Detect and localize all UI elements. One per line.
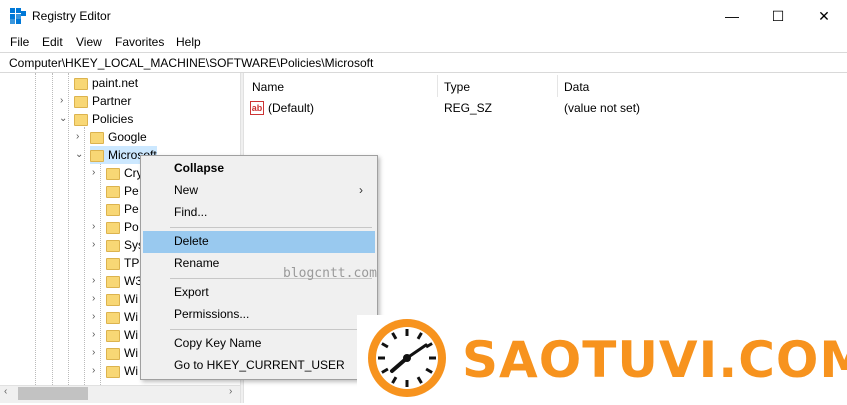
menu-help[interactable]: Help [176,35,201,49]
logo-text: SAOTUVI.COM [462,331,847,389]
maximize-button[interactable]: ☐ [755,0,801,32]
value-data: (value not set) [564,101,641,115]
value-type: REG_SZ [444,101,493,115]
menu-item-new[interactable]: New [174,179,198,201]
menu-separator [170,329,372,330]
chevron-right-icon[interactable]: › [92,293,95,304]
menu-item-permissions[interactable]: Permissions... [174,303,249,325]
tree-item[interactable]: Pe [106,200,139,218]
menu-view[interactable]: View [76,35,102,49]
column-header-data[interactable]: Data [564,80,589,94]
watermark: blogcntt.com [283,266,377,281]
column-header-type[interactable]: Type [444,80,470,94]
tree-item[interactable]: Sys [106,236,144,254]
folder-icon [106,185,120,198]
folder-icon [74,113,88,126]
minimize-button[interactable]: — [709,0,755,32]
folder-icon [106,239,120,252]
folder-icon [106,221,120,234]
tree-item[interactable]: Wi [106,362,138,380]
value-name[interactable]: (Default) [268,101,314,115]
chevron-right-icon[interactable]: › [92,329,95,340]
menu-item-find[interactable]: Find... [174,201,207,223]
tree-item[interactable]: Partner [74,92,131,110]
column-divider[interactable] [557,75,558,97]
scroll-left-icon[interactable]: ‹ [4,386,7,397]
folder-icon [106,167,120,180]
menu-edit[interactable]: Edit [42,35,63,49]
tree-item[interactable]: Google [90,128,147,146]
string-value-icon: ab [250,101,264,115]
chevron-right-icon[interactable]: › [92,221,95,232]
folder-icon [90,149,104,162]
menu-favorites[interactable]: Favorites [115,35,164,49]
menu-item-go-to-hkcu[interactable]: Go to HKEY_CURRENT_USER [174,354,345,376]
chevron-right-icon[interactable]: › [92,275,95,286]
menu-file[interactable]: File [10,35,29,49]
chevron-right-icon[interactable]: › [76,131,79,142]
folder-icon [90,131,104,144]
tree-item[interactable]: Pe [106,182,139,200]
address-bar[interactable]: Computer\HKEY_LOCAL_MACHINE\SOFTWARE\Pol… [0,52,847,73]
chevron-right-icon[interactable]: › [92,365,95,376]
menu-item-rename[interactable]: Rename [174,252,219,274]
scroll-right-icon[interactable]: › [229,386,232,397]
submenu-arrow-icon: › [359,183,363,197]
close-button[interactable]: ✕ [801,0,847,32]
folder-icon [106,329,120,342]
folder-icon [74,95,88,108]
menu-item-delete[interactable]: Delete [174,230,209,252]
menu-item-export[interactable]: Export [174,281,209,303]
menu-separator [170,227,372,228]
chevron-right-icon[interactable]: › [92,311,95,322]
tree-item[interactable]: Wi [106,308,138,326]
folder-icon [74,77,88,90]
tree-item[interactable]: paint.net [74,74,138,92]
tree-item[interactable]: TP [106,254,139,272]
tree-item[interactable]: Wi [106,326,138,344]
tree-item[interactable]: Po [106,218,139,236]
chevron-right-icon[interactable]: › [60,95,63,106]
column-header-name[interactable]: Name [252,80,284,94]
scrollbar-thumb[interactable] [18,387,88,400]
clock-logo-icon [366,317,448,399]
folder-icon [106,257,120,270]
chevron-down-icon[interactable]: ⌄ [75,149,83,160]
tree-item[interactable]: Wi [106,344,138,362]
chevron-right-icon[interactable]: › [92,239,95,250]
tree-item[interactable]: W3 [106,272,142,290]
folder-icon [106,203,120,216]
folder-icon [106,347,120,360]
column-divider[interactable] [437,75,438,97]
menu-item-copy-key-name[interactable]: Copy Key Name [174,332,261,354]
tree-item[interactable]: Cry [106,164,143,182]
tree-item[interactable]: Wi [106,290,138,308]
folder-icon [106,311,120,324]
address-path[interactable]: Computer\HKEY_LOCAL_MACHINE\SOFTWARE\Pol… [9,56,373,70]
chevron-right-icon[interactable]: › [92,347,95,358]
chevron-right-icon[interactable]: › [92,167,95,178]
folder-icon [106,365,120,378]
chevron-down-icon[interactable]: ⌄ [59,113,67,124]
window-title: Registry Editor [32,9,111,23]
folder-icon [106,293,120,306]
tree-item[interactable]: Policies [74,110,133,128]
menu-item-collapse[interactable]: Collapse [174,157,224,179]
folder-icon [106,275,120,288]
registry-editor-icon [10,8,26,24]
